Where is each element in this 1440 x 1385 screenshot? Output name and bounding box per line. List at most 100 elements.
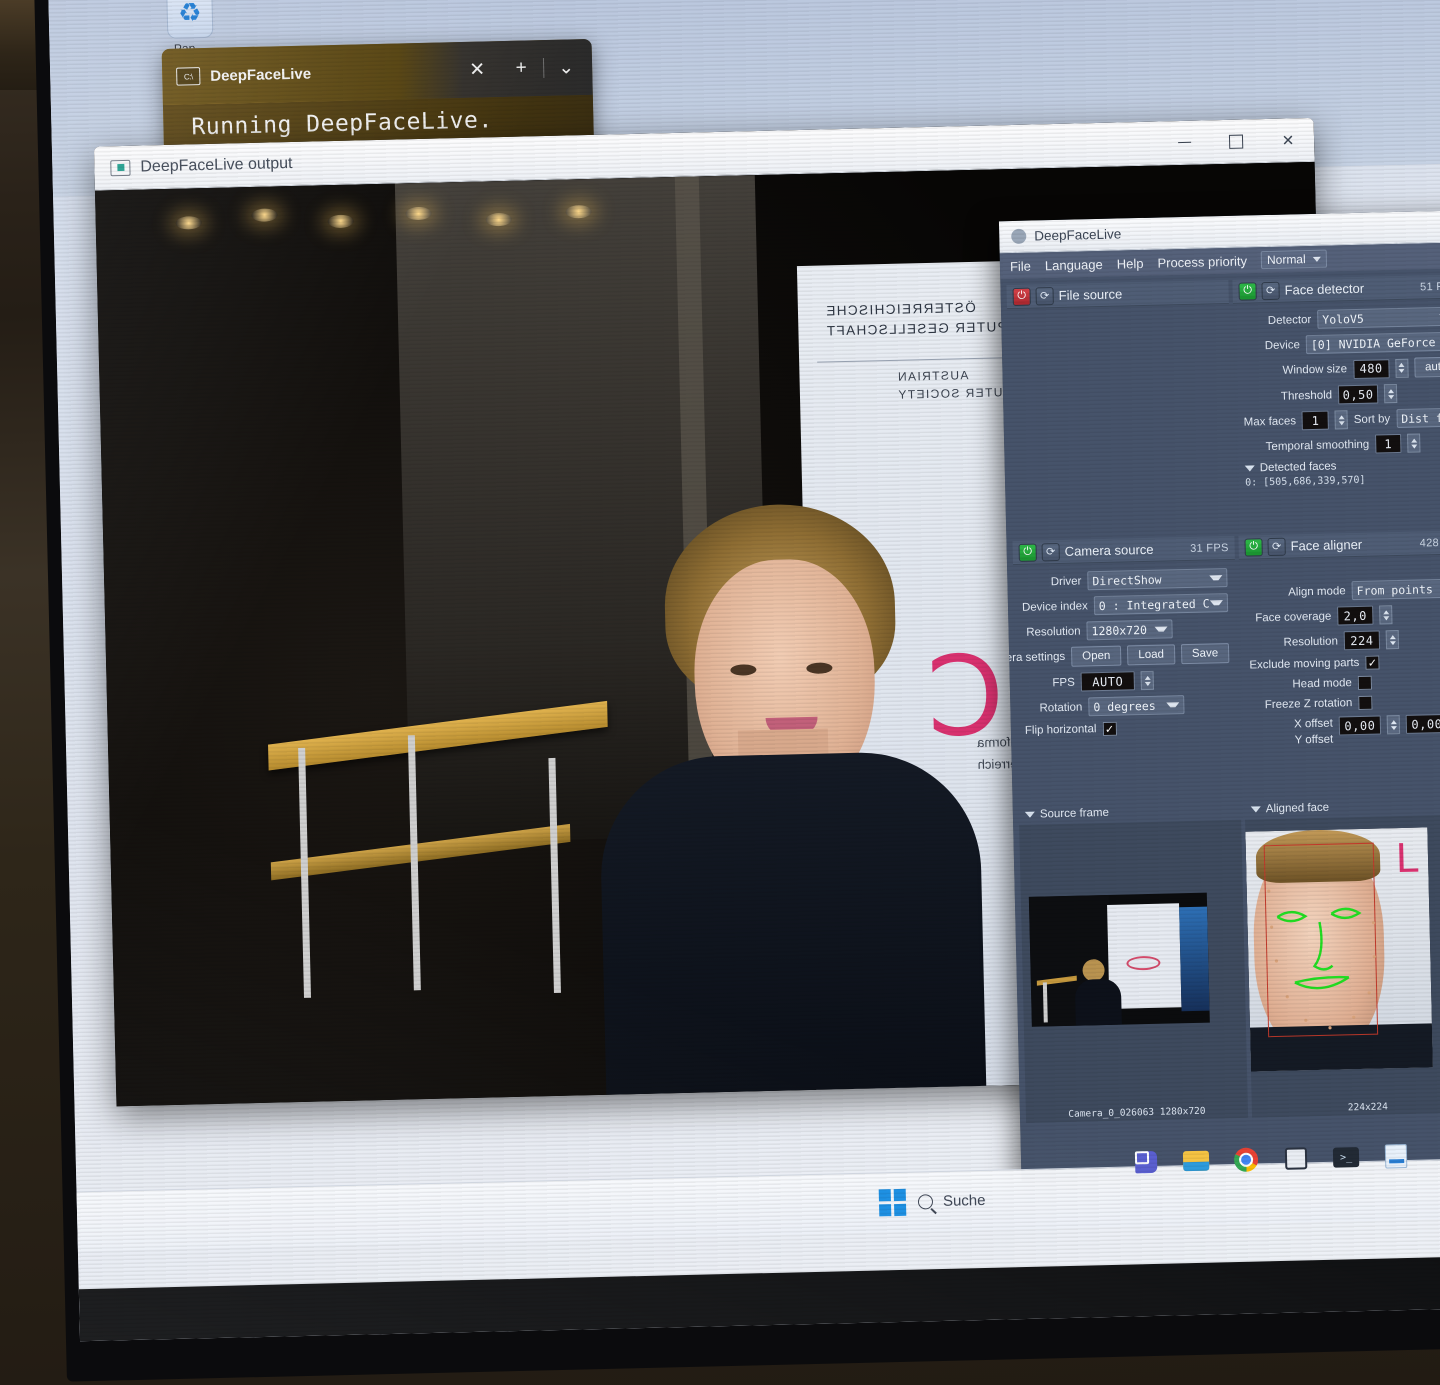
face-aligner-fps: 428 FPS	[1419, 536, 1440, 550]
panel-face-detector[interactable]: ⏻ ⟳ Face detector 51 FPS Detector YoloV5	[1232, 274, 1440, 530]
temporal-smoothing-stepper[interactable]	[1407, 433, 1421, 453]
device-row: Device [0] NVIDIA GeForce RTX 30	[1242, 331, 1440, 356]
taskbar-left-group: Suche	[878, 1187, 986, 1217]
terminal-tab-bar[interactable]: C:\ DeepFaceLive ✕ + ⌄	[161, 38, 593, 105]
rotation-select[interactable]: 0 degrees	[1088, 695, 1185, 717]
recycle-symbol: ♻	[177, 0, 202, 28]
window-size-auto-button[interactable]: auto	[1413, 356, 1440, 378]
close-icon[interactable]: ✕	[1262, 118, 1315, 163]
threshold-row: Threshold 0,50	[1243, 383, 1440, 407]
reload-icon[interactable]: ⟳	[1041, 542, 1060, 561]
max-faces-input[interactable]: 1	[1301, 410, 1330, 431]
aligned-face-title: Aligned face	[1265, 801, 1330, 816]
new-tab-icon[interactable]: +	[499, 48, 544, 89]
aligner-resolution-stepper[interactable]	[1385, 630, 1400, 650]
power-icon[interactable]: ⏻	[1238, 281, 1257, 301]
reload-icon[interactable]: ⟳	[1035, 286, 1054, 305]
driver-select[interactable]: DirectShow	[1087, 568, 1228, 591]
app-dark-icon[interactable]	[1281, 1143, 1312, 1174]
temporal-smoothing-input[interactable]: 1	[1375, 433, 1402, 454]
face-coverage-stepper[interactable]	[1379, 605, 1393, 625]
sort-by-select[interactable]: Dist from	[1396, 407, 1440, 429]
video-person-torso	[598, 749, 987, 1099]
process-priority-select[interactable]: Normal	[1260, 249, 1327, 270]
exclude-moving-parts-checkbox[interactable]: ✓	[1365, 655, 1380, 670]
chevron-down-icon	[1312, 256, 1321, 262]
camera-settings-label: Camera settings	[998, 650, 1066, 665]
window-size-input[interactable]: 480	[1352, 358, 1390, 379]
menu-item-file[interactable]: File	[1010, 258, 1031, 273]
file-explorer-icon[interactable]	[1181, 1146, 1212, 1177]
power-icon[interactable]: ⏻	[1018, 543, 1037, 562]
panel-file-source[interactable]: ⏻ ⟳ File source	[1006, 279, 1235, 536]
chevron-down-icon	[1250, 806, 1261, 813]
threshold-stepper[interactable]	[1383, 384, 1398, 404]
head-mode-checkbox[interactable]	[1357, 675, 1373, 691]
window-size-stepper[interactable]	[1394, 358, 1409, 378]
panel-aligned-face[interactable]: Aligned face L 224x224	[1244, 794, 1440, 1130]
panel-camera-source[interactable]: ⏻ ⟳ Camera source 31 FPS Driver DirectSh…	[999, 535, 1241, 800]
flip-horizontal-checkbox[interactable]: ✓	[1102, 721, 1117, 737]
camera-open-button[interactable]: Open	[1070, 645, 1122, 667]
camera-fps-input[interactable]: AUTO	[1080, 671, 1135, 692]
maximize-icon[interactable]	[1210, 119, 1263, 164]
window-size-row: Window size 480 auto	[1242, 356, 1440, 382]
aligner-resolution-label: Resolution	[1283, 634, 1339, 649]
minimize-icon[interactable]	[1158, 120, 1211, 165]
head-mode-label: Head mode	[1292, 677, 1353, 691]
chevron-down-icon	[1154, 626, 1168, 632]
banner-divider	[817, 356, 1034, 363]
threshold-input[interactable]: 0,50	[1337, 384, 1379, 405]
menu-item-help[interactable]: Help	[1117, 255, 1144, 271]
resolution-label: Resolution	[1026, 625, 1081, 639]
detected-faces-toggle[interactable]: Detected faces	[1244, 458, 1440, 475]
camera-load-button[interactable]: Load	[1127, 644, 1176, 666]
dfl-panels-area: ⏻ ⟳ File source ⏻ ⟳ Face detector 51 FPS	[999, 268, 1440, 1182]
offset-row: X offset Y offset 0,00 0,00	[1251, 713, 1440, 749]
reload-icon[interactable]: ⟳	[1267, 537, 1286, 556]
device-select[interactable]: [0] NVIDIA GeForce RTX 30	[1305, 331, 1440, 355]
reload-icon[interactable]: ⟳	[1261, 281, 1280, 300]
exclude-moving-parts-row: Exclude moving parts ✓	[1249, 653, 1440, 672]
driver-value: DirectShow	[1092, 572, 1162, 588]
deepfacelive-control-window[interactable]: DeepFaceLive File Language Help Process …	[998, 210, 1440, 1182]
resolution-select[interactable]: 1280x720	[1086, 619, 1173, 641]
close-icon[interactable]: ✕	[455, 49, 500, 90]
face-detector-body: Detector YoloV5 Device [0] NVIDIA GeForc…	[1233, 298, 1440, 494]
windows-logo-icon[interactable]	[878, 1188, 907, 1217]
x-offset-stepper[interactable]	[1386, 715, 1401, 735]
freeze-z-rotation-checkbox[interactable]	[1358, 695, 1373, 710]
teams-icon[interactable]	[1131, 1147, 1162, 1178]
power-icon[interactable]: ⏻	[1012, 287, 1031, 306]
aligned-face-preview: L 224x224	[1245, 814, 1440, 1118]
detector-label: Detector	[1267, 313, 1312, 327]
max-faces-stepper[interactable]	[1334, 410, 1349, 430]
output-window-controls: ✕	[1158, 118, 1315, 165]
menu-item-language[interactable]: Language	[1045, 256, 1103, 272]
face-detector-fps: 51 FPS	[1419, 280, 1440, 293]
x-offset-input[interactable]: 0,00	[1338, 715, 1382, 736]
chevron-down-icon[interactable]: ⌄	[544, 47, 589, 88]
face-coverage-input[interactable]: 2,0	[1337, 605, 1374, 626]
device-index-select[interactable]: 0 : Integrated Camer	[1093, 593, 1229, 616]
terminal-icon[interactable]: >_	[1331, 1142, 1362, 1173]
y-offset-label: Y offset	[1294, 733, 1334, 747]
align-mode-select[interactable]: From points	[1351, 578, 1440, 601]
detector-select[interactable]: YoloV5	[1317, 306, 1440, 329]
taskbar-search[interactable]: Suche	[917, 1192, 986, 1211]
panel-source-frame[interactable]: Source frame Camera_0_026063 1280x720	[1018, 799, 1249, 1135]
camera-fps-stepper[interactable]	[1140, 670, 1154, 691]
app-blue-icon[interactable]	[1381, 1141, 1412, 1172]
power-icon[interactable]: ⏻	[1244, 537, 1263, 557]
dfl-window-title: DeepFaceLive	[1034, 226, 1122, 244]
aligner-resolution-input[interactable]: 224	[1343, 630, 1381, 651]
camera-settings-row: Camera settings Open Load Save	[999, 643, 1230, 668]
y-offset-input[interactable]: 0,00	[1405, 713, 1440, 734]
camera-save-button[interactable]: Save	[1180, 643, 1230, 665]
source-frame-caption: Camera_0_026063 1280x720	[1068, 1105, 1206, 1120]
panel-face-aligner[interactable]: ⏻ ⟳ Face aligner 428 FPS Align mode From…	[1238, 530, 1440, 794]
console-icon: C:\	[176, 67, 201, 86]
chevron-down-icon	[1209, 600, 1224, 606]
chrome-icon[interactable]	[1231, 1144, 1262, 1175]
aligned-face-caption: 224x224	[1347, 1101, 1389, 1114]
